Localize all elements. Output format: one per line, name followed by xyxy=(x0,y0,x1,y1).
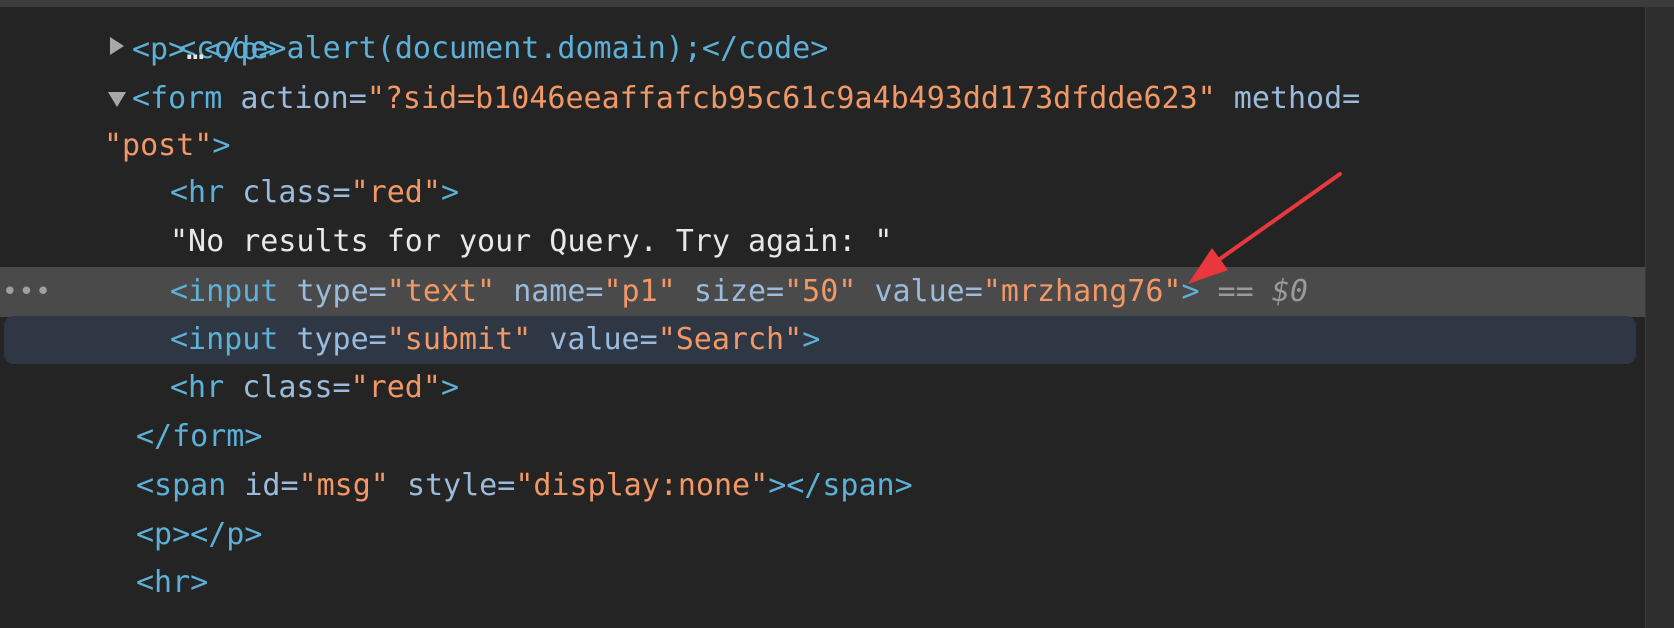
red-annotation-arrow-icon xyxy=(1188,172,1342,284)
